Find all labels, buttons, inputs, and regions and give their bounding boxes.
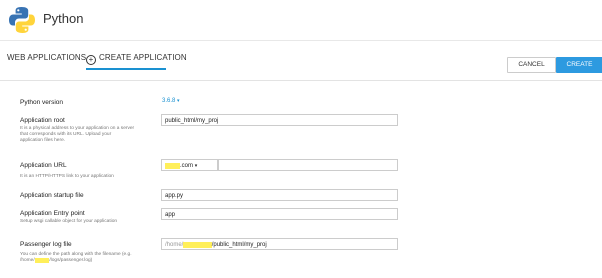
app-root-help-line: application files here. — [20, 138, 66, 143]
cancel-button[interactable]: CANCEL — [507, 57, 556, 73]
app-root-help: It is a physical address to your applica… — [20, 126, 160, 144]
chevron-down-icon: ▾ — [177, 98, 180, 104]
passenger-log-input[interactable]: /home/ /public_html/my_proj — [161, 238, 398, 250]
app-header: Python — [0, 0, 602, 40]
startup-file-input[interactable]: app.py — [161, 189, 398, 201]
log-path-prefix: /home/ — [165, 242, 184, 248]
redacted-domain — [165, 163, 181, 169]
passenger-log-row: Passenger log file You can define the pa… — [20, 241, 132, 264]
app-url-domain-select[interactable]: .com ▾ — [161, 159, 218, 171]
create-button[interactable]: CREATE — [556, 57, 602, 73]
chevron-down-icon: ▾ — [194, 163, 198, 169]
domain-suffix: .com — [180, 163, 194, 169]
app-title: Python — [43, 11, 84, 26]
entry-point-row: Application Entry point Setup wsgi calla… — [20, 210, 117, 225]
log-path-suffix: /public_html/my_proj — [211, 242, 267, 248]
passenger-log-help: You can define the path along with the f… — [20, 252, 132, 264]
startup-file-label: Application startup file — [20, 192, 84, 199]
python-version-label: Python version — [20, 99, 63, 106]
startup-file-row: Application startup file — [20, 192, 84, 199]
app-root-input[interactable]: public_html/my_proj — [161, 114, 398, 126]
entry-point-label: Application Entry point — [20, 210, 85, 217]
app-url-row: Application URL It is an HTTP/HTTPS link… — [20, 162, 114, 180]
active-tab-indicator — [86, 68, 166, 70]
tab-web-applications[interactable]: WEB APPLICATIONS — [7, 53, 86, 62]
tab-create-application-label: CREATE APPLICATION — [99, 53, 187, 62]
redacted-username — [34, 258, 50, 263]
redacted-username — [183, 242, 212, 248]
python-version-dropdown[interactable]: 3.6.8 ▾ — [162, 98, 180, 104]
python-version-row: Python version — [20, 99, 63, 106]
python-version-value: 3.6.8 — [162, 98, 176, 104]
app-root-row: Application root It is a physical addres… — [20, 117, 160, 144]
python-logo-icon — [9, 7, 36, 33]
content-divider — [0, 80, 602, 81]
app-url-label: Application URL — [20, 162, 67, 169]
app-root-label: Application root — [20, 117, 65, 124]
passenger-log-label: Passenger log file — [20, 241, 72, 248]
app-url-path-input[interactable] — [218, 159, 398, 171]
entry-point-help: Setup wsgi callable object for your appl… — [20, 219, 118, 224]
header-divider — [0, 40, 602, 41]
tab-create-application[interactable]: + CREATE APPLICATION — [86, 53, 187, 65]
entry-point-input[interactable]: app — [161, 208, 398, 220]
app-url-help: It is an HTTP/HTTPS link to your applica… — [20, 174, 114, 179]
passenger-log-help-line: /home/ /logs/passenger.log) — [20, 258, 93, 263]
plus-circle-icon: + — [86, 55, 96, 65]
